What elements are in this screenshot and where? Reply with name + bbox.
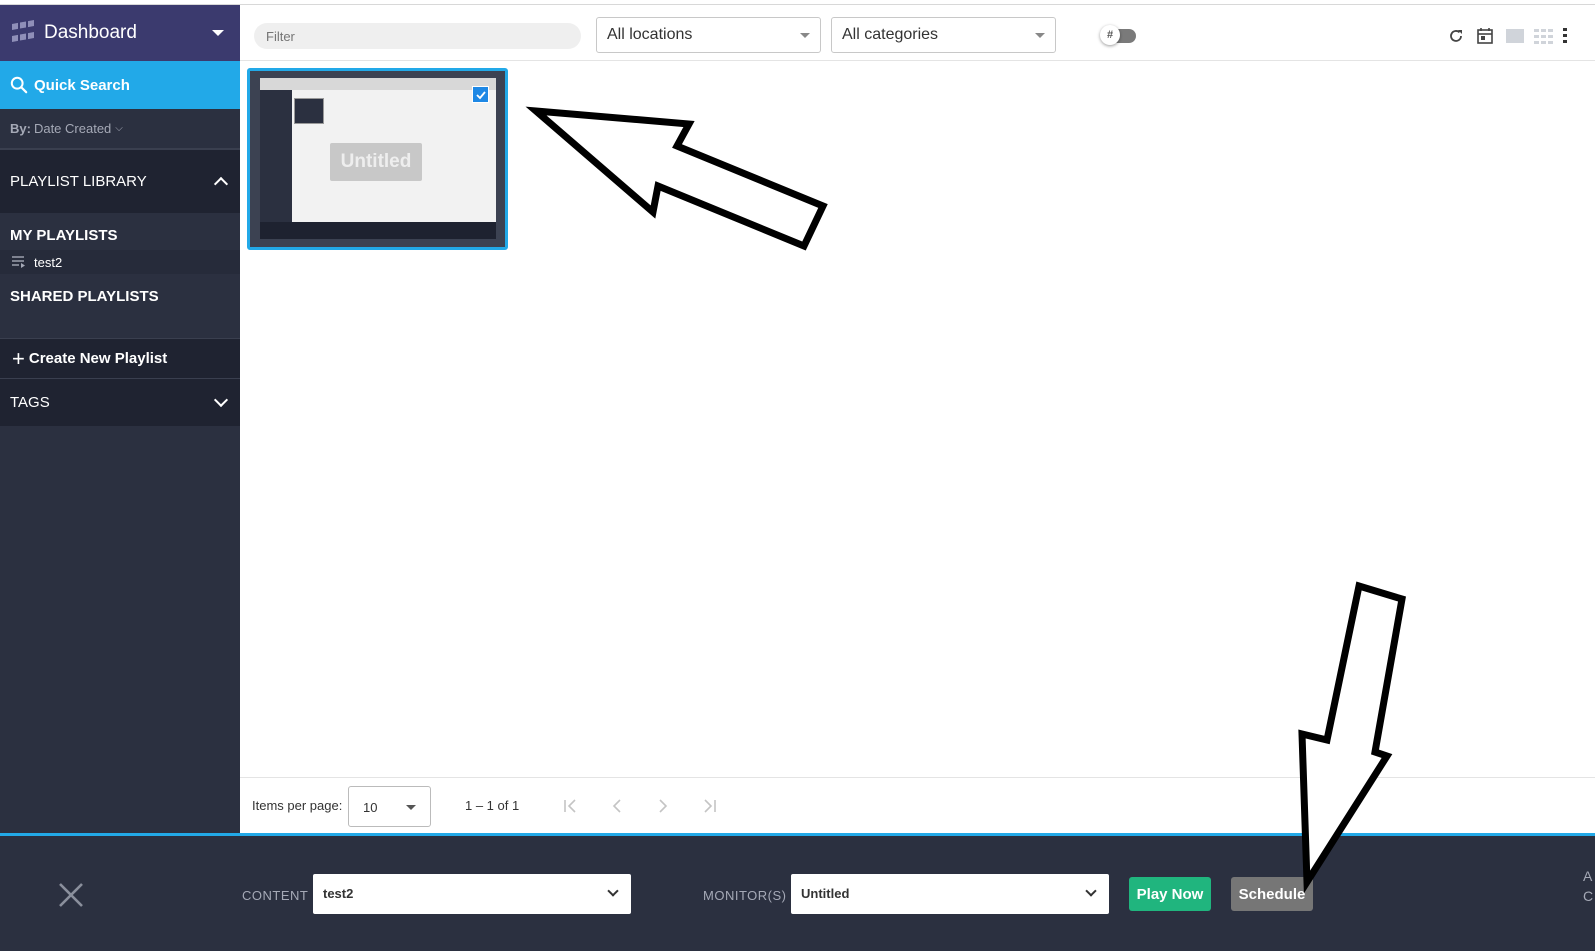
hashtag-toggle[interactable]: # <box>1100 25 1136 45</box>
items-per-page-value: 10 <box>363 800 378 815</box>
previous-page-button[interactable] <box>605 794 629 818</box>
app-root: Dashboard Quick Search By: Date Created … <box>0 0 1595 951</box>
locations-select-value: All locations <box>607 26 693 43</box>
schedule-button[interactable]: Schedule <box>1231 877 1313 911</box>
quick-search-label: Quick Search <box>34 76 130 94</box>
bottom-action-bar: CONTENT test2 MONITOR(S) Untitled Play N… <box>0 833 1595 951</box>
caret-down-icon <box>800 33 810 38</box>
my-playlists-heading: MY PLAYLISTS <box>10 227 118 244</box>
large-grid-view-icon[interactable] <box>1505 27 1525 45</box>
edge-text: A C <box>1583 866 1595 906</box>
calendar-icon[interactable] <box>1476 27 1494 45</box>
sort-dropdown[interactable]: By: Date Created ⌵ <box>0 109 240 149</box>
items-per-page-label: Items per page: <box>252 798 343 813</box>
content-select-value: test2 <box>323 886 354 901</box>
chevron-left-icon <box>612 799 621 813</box>
categories-select[interactable]: All categories <box>831 17 1056 53</box>
last-page-button[interactable] <box>697 794 721 818</box>
selected-checkbox[interactable] <box>472 86 489 103</box>
monitors-select[interactable]: Untitled <box>791 874 1109 914</box>
quick-search-button[interactable]: Quick Search <box>0 61 240 109</box>
sort-prefix: By: <box>10 121 31 136</box>
toolbar: All locations All categories # <box>240 5 1595 61</box>
list-view-icon[interactable] <box>1561 27 1569 45</box>
chevron-up-icon[interactable] <box>213 176 229 192</box>
categories-select-value: All categories <box>842 26 939 43</box>
toggle-knob: # <box>1100 25 1120 45</box>
chevron-down-icon <box>607 885 619 897</box>
next-page-button[interactable] <box>651 794 675 818</box>
chevron-down-icon <box>1085 885 1097 897</box>
chevron-right-icon <box>659 799 668 813</box>
content-label: CONTENT <box>242 888 309 903</box>
close-icon[interactable] <box>56 880 86 910</box>
playlist-icon <box>12 256 25 268</box>
create-new-playlist-label: Create New Playlist <box>28 350 168 367</box>
tags-label: TAGS <box>10 394 50 411</box>
page-range-label: 1 – 1 of 1 <box>465 798 520 813</box>
small-grid-view-icon[interactable] <box>1533 27 1555 45</box>
playlist-library-label: PLAYLIST LIBRARY <box>10 173 147 190</box>
create-new-playlist-button[interactable]: + Create New Playlist <box>0 338 240 378</box>
app-logo-icon <box>12 20 34 46</box>
app-header[interactable]: Dashboard <box>0 5 240 61</box>
chevron-down-icon: ⌵ <box>115 123 123 134</box>
content-grid: Untitled <box>240 61 1595 777</box>
playlist-item-label: test2 <box>34 254 63 270</box>
paginator: Items per page: 10 1 – 1 of 1 <box>240 777 1595 833</box>
last-page-icon <box>704 799 716 813</box>
sort-value: Date Created <box>33 121 112 136</box>
app-title: Dashboard <box>44 22 137 43</box>
locations-select[interactable]: All locations <box>596 17 821 53</box>
caret-down-icon <box>406 805 416 810</box>
search-icon <box>10 76 28 94</box>
monitors-label: MONITOR(S) <box>703 888 787 903</box>
filter-input[interactable] <box>254 23 581 49</box>
content-title-badge: Untitled <box>330 143 422 181</box>
playlist-item-test2[interactable]: test2 <box>0 250 240 274</box>
plus-icon: + <box>12 345 25 371</box>
first-page-button[interactable] <box>559 794 583 818</box>
monitors-select-value: Untitled <box>801 886 850 901</box>
content-select[interactable]: test2 <box>313 874 631 914</box>
edge-text-line-2: C <box>1583 888 1594 904</box>
shared-playlists-heading: SHARED PLAYLISTS <box>10 288 159 305</box>
caret-down-icon <box>1035 33 1045 38</box>
items-per-page-select[interactable]: 10 <box>348 786 431 827</box>
edge-text-line-1: A <box>1583 868 1593 884</box>
checkmark-icon <box>475 90 486 99</box>
chevron-down-icon[interactable] <box>213 392 229 408</box>
sidebar: Dashboard Quick Search By: Date Created … <box>0 5 240 833</box>
play-now-button[interactable]: Play Now <box>1129 877 1211 911</box>
refresh-icon[interactable] <box>1447 27 1465 45</box>
first-page-icon <box>564 799 576 813</box>
tags-header[interactable]: TAGS <box>0 378 240 426</box>
caret-down-icon[interactable] <box>212 30 224 36</box>
playlist-library-header[interactable]: PLAYLIST LIBRARY <box>0 149 240 213</box>
content-card[interactable]: Untitled <box>247 68 508 250</box>
